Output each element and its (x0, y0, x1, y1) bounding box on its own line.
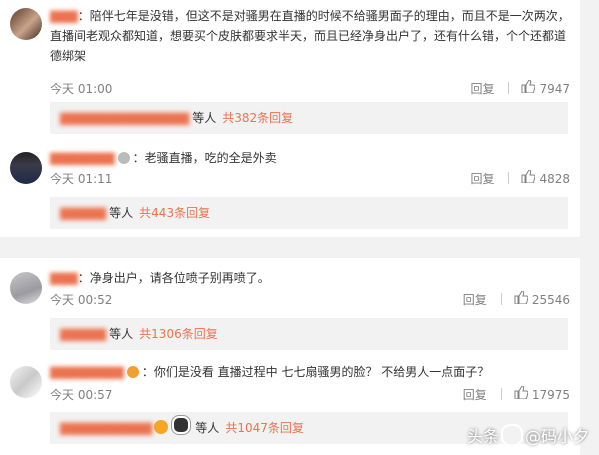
comment-text-block: ▇▇▇▇▇▇▇▇ ：你们是没看 直播过程中 七七扇骚男的脸？ 不给男人一点面子？ (50, 362, 570, 382)
comment-actions: 回复 7947 (470, 79, 570, 97)
reply-button[interactable]: 回复 (463, 386, 487, 403)
comment-time: 今天 01:11 (50, 172, 113, 186)
comment-body: ：陪伴七年是没错，但这不是对骚男在直播的时候不给骚男面子的理由，而且不是一次两次… (50, 9, 570, 63)
comment-time: 今天 00:52 (50, 293, 113, 307)
comment-text-block: ▇▇▇：净身出户，请各位喷子别再喷了。 (50, 268, 570, 288)
watermark-logo-icon (500, 424, 523, 446)
comment-time: 今天 00:57 (50, 388, 113, 402)
sub-reply-people: 等人 (109, 327, 134, 341)
sub-replies-box[interactable]: ▇▇▇▇▇ 等人 共443条回复 (50, 197, 568, 229)
comment-body: ：净身出户，请各位喷子别再喷了。 (77, 271, 270, 285)
sub-reply-people: 等人 (109, 206, 134, 220)
comment-item: ▇▇▇▇▇▇▇ ：老骚直播，吃的全是外卖 今天 01:11 回复 4828 ▇▇▇… (0, 140, 580, 237)
avatar[interactable] (10, 8, 42, 40)
sub-reply-users[interactable]: ▇▇▇▇▇▇▇▇▇▇▇▇▇▇ (60, 102, 189, 134)
like-count: 17975 (531, 388, 570, 402)
sub-replies-box[interactable]: ▇▇▇▇▇ 等人 共1306条回复 (50, 318, 568, 350)
comment-username[interactable]: ▇▇▇▇▇▇▇▇ (50, 365, 124, 379)
sub-reply-total-link[interactable]: 共443条回复 (139, 206, 210, 220)
emoji-panda-icon (172, 416, 191, 434)
thumbs-up-icon[interactable] (514, 290, 529, 307)
thumbs-up-icon[interactable] (521, 169, 536, 186)
comment-actions: 回复 17975 (463, 385, 570, 403)
comments-panel-top: ▇▇▇：陪伴七年是没错，但这不是对骚男在直播的时候不给骚男面子的理由，而且不是一… (0, 0, 580, 237)
watermark-prefix: 头条 (466, 427, 499, 446)
like-count: 7947 (539, 82, 570, 96)
sub-replies-box[interactable]: ▇▇▇▇▇▇▇▇▇▇▇▇▇▇ 等人 共382条回复 (50, 102, 568, 134)
watermark-name: @码小夕 (524, 427, 589, 446)
divider (500, 388, 502, 400)
watermark: 头条 @码小夕 (467, 423, 589, 447)
comment-actions: 回复 25546 (463, 290, 570, 308)
comment-username[interactable]: ▇▇▇ (50, 9, 78, 23)
comment-username[interactable]: ▇▇▇▇▇▇▇ (50, 151, 115, 165)
sub-reply-people: 等人 (192, 111, 217, 125)
comment-item: ▇▇▇：陪伴七年是没错，但这不是对骚男在直播的时候不给骚男面子的理由，而且不是一… (0, 0, 580, 140)
sub-reply-users[interactable]: ▇▇▇▇▇▇▇▇▇▇ (60, 412, 152, 444)
sub-reply-total-link[interactable]: 共382条回复 (222, 111, 293, 125)
reply-button[interactable]: 回复 (470, 170, 494, 187)
comment-actions: 回复 4828 (470, 169, 570, 187)
sub-reply-people: 等人 (195, 421, 220, 435)
divider (500, 293, 502, 305)
avatar[interactable] (10, 272, 42, 304)
user-badge-icon (117, 152, 130, 164)
avatar[interactable] (10, 152, 42, 184)
comment-body: ：你们是没看 直播过程中 七七扇骚男的脸？ 不给男人一点面子？ (141, 365, 490, 379)
sub-reply-total-link[interactable]: 共1306条回复 (139, 327, 218, 341)
sub-reply-users[interactable]: ▇▇▇▇▇ (60, 318, 106, 350)
comment-text-block: ▇▇▇▇▇▇▇ ：老骚直播，吃的全是外卖 (50, 148, 570, 168)
divider (508, 82, 510, 94)
comment-body: ：老骚直播，吃的全是外卖 (132, 151, 277, 165)
comment-item: ▇▇▇：净身出户，请各位喷子别再喷了。 今天 00:52 回复 25546 ▇▇… (0, 258, 580, 350)
divider (508, 172, 510, 184)
vip-badge-icon (126, 366, 139, 378)
avatar[interactable] (10, 366, 42, 398)
reply-button[interactable]: 回复 (470, 80, 494, 97)
comment-time: 今天 01:00 (50, 82, 113, 96)
reply-button[interactable]: 回复 (463, 291, 487, 308)
sub-reply-total-link[interactable]: 共1047条回复 (225, 421, 304, 435)
comment-text-block: ▇▇▇：陪伴七年是没错，但这不是对骚男在直播的时候不给骚男面子的理由，而且不是一… (50, 6, 570, 66)
comment-username[interactable]: ▇▇▇ (50, 271, 78, 285)
thumbs-up-icon[interactable] (521, 79, 536, 96)
like-count: 25546 (531, 293, 570, 307)
emoji-heart-eyes-icon (154, 420, 169, 434)
like-count: 4828 (539, 172, 570, 186)
thumbs-up-icon[interactable] (514, 385, 529, 402)
sub-reply-users[interactable]: ▇▇▇▇▇ (60, 197, 106, 229)
